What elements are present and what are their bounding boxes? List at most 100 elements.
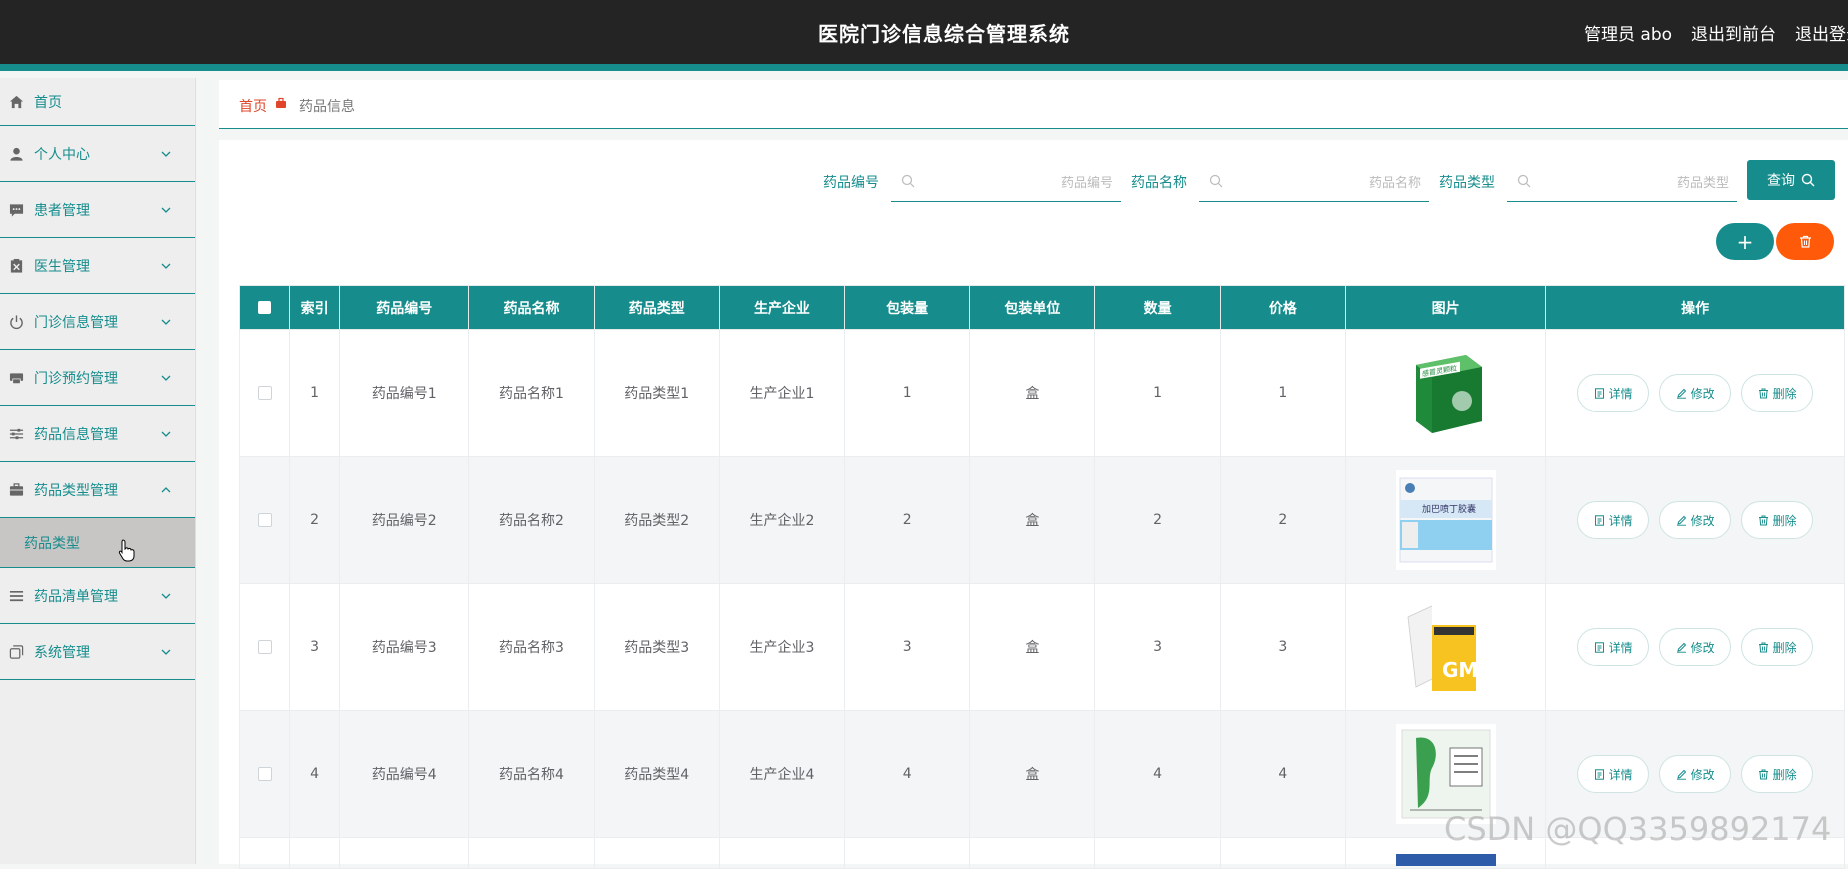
query-button-label: 查询: [1767, 173, 1795, 189]
home-icon: [9, 94, 24, 109]
search-code-input[interactable]: [925, 170, 1115, 196]
drug-table: 索引 药品编号 药品名称 药品类型 生产企业 包装量 包装单位 数量 价格 图片…: [238, 285, 1845, 869]
delete-button[interactable]: 删除: [1741, 374, 1814, 412]
sidebar-item-label: 医生管理: [34, 258, 90, 275]
delete-button[interactable]: 删除: [1741, 628, 1814, 666]
sidebar-subitem-drug-type[interactable]: 药品类型: [0, 518, 195, 568]
sidebar-item-home[interactable]: 首页: [0, 78, 195, 126]
sidebar-item-drug-info[interactable]: 药品信息管理: [0, 406, 195, 462]
row-checkbox[interactable]: [257, 386, 272, 400]
copy-icon: [9, 644, 24, 659]
plus-icon: +: [1736, 229, 1754, 254]
add-button[interactable]: +: [1716, 223, 1774, 260]
power-icon: [9, 314, 24, 329]
column-header: 价格: [1219, 285, 1346, 330]
search-icon: [901, 174, 915, 188]
search-type-input[interactable]: [1541, 170, 1731, 196]
row-checkbox[interactable]: [257, 640, 272, 654]
search-type-label: 药品类型: [1439, 175, 1495, 191]
sidebar: 首页 个人中心 患者管理 医生管理 门诊信息管理 门诊预约管理 药品信息管理 药…: [0, 78, 196, 864]
column-header: 索引: [289, 285, 341, 330]
sidebar-item-personal-center[interactable]: 个人中心: [0, 126, 195, 182]
column-header: 操作: [1545, 285, 1845, 330]
chevron-down-icon: [161, 593, 171, 599]
cell-index: 3: [289, 583, 341, 711]
printer-icon: [9, 370, 24, 385]
cell-code: 药品编号1: [339, 329, 470, 457]
delete-button-label: 删除: [1772, 767, 1797, 782]
clipboard-icon: [9, 258, 24, 273]
search-name-input[interactable]: [1233, 170, 1423, 196]
sidebar-item-patients[interactable]: 患者管理: [0, 182, 195, 238]
breadcrumb-home[interactable]: 首页: [239, 96, 267, 116]
exit-to-frontend-link[interactable]: 退出到前台: [1691, 20, 1776, 45]
search-type-field[interactable]: [1507, 162, 1737, 202]
delete-button-label: 删除: [1772, 513, 1797, 528]
cell-price: 1: [1219, 329, 1346, 457]
delete-button[interactable]: 删除: [1741, 755, 1814, 793]
detail-button[interactable]: 详情: [1577, 501, 1650, 539]
edit-button[interactable]: 修改: [1659, 755, 1732, 793]
sidebar-item-system[interactable]: 系统管理: [0, 624, 195, 680]
chevron-down-icon: [161, 263, 171, 269]
briefcase-icon: [9, 482, 24, 497]
medicine-packet-photo: [1395, 724, 1496, 824]
pencil-icon: [1676, 642, 1686, 653]
cell-pack: 1: [844, 329, 971, 457]
cell-index: 1: [289, 329, 341, 457]
table-row: 2 药品编号2 药品名称2 药品类型2 生产企业2 2 盒 2 2 加巴喷丁胶囊: [238, 456, 1845, 584]
mouse-pointer-icon: [118, 539, 135, 562]
chevron-down-icon: [161, 431, 171, 437]
medicine-box-photo: 感冒灵颗粒: [1395, 343, 1496, 443]
search-code-field[interactable]: [891, 162, 1121, 202]
sidebar-item-doctors[interactable]: 医生管理: [0, 238, 195, 294]
chevron-down-icon: [161, 375, 171, 381]
sidebar-item-label: 首页: [34, 94, 62, 111]
cell-name: 药品名称3: [468, 583, 595, 711]
logout-link[interactable]: 退出登录: [1795, 20, 1848, 45]
sidebar-item-drug-types[interactable]: 药品类型管理: [0, 462, 195, 518]
select-all-checkbox[interactable]: [258, 301, 272, 314]
detail-button[interactable]: 详情: [1577, 374, 1650, 412]
detail-button[interactable]: 详情: [1577, 755, 1650, 793]
cell-unit: 盒: [969, 710, 1096, 838]
sidebar-item-drug-list[interactable]: 药品清单管理: [0, 568, 195, 624]
cell-pack: 2: [844, 456, 971, 584]
sidebar-item-appointments[interactable]: 门诊预约管理: [0, 350, 195, 406]
edit-button[interactable]: 修改: [1659, 501, 1732, 539]
sidebar-item-label: 药品信息管理: [34, 426, 118, 443]
column-header: 生产企业: [718, 285, 846, 330]
row-checkbox[interactable]: [257, 767, 272, 781]
list-icon: [9, 588, 24, 603]
select-all-header[interactable]: [238, 285, 291, 330]
cell-type: 药品类型2: [593, 456, 720, 584]
row-checkbox[interactable]: [257, 513, 272, 527]
search-name-field[interactable]: [1199, 162, 1429, 202]
capsule-box-label: 加巴喷丁胶囊: [1422, 503, 1476, 515]
edit-button[interactable]: 修改: [1659, 628, 1732, 666]
sidebar-item-label: 患者管理: [34, 202, 90, 219]
cell-maker: 生产企业2: [718, 456, 846, 584]
cell-unit: 盒: [969, 456, 1096, 584]
user-icon: [9, 146, 24, 161]
cell-type: 药品类型3: [593, 583, 720, 711]
trash-icon: [1758, 515, 1768, 525]
cell-unit: 盒: [969, 329, 1096, 457]
edit-button[interactable]: 修改: [1659, 374, 1732, 412]
cell-index: 4: [289, 710, 341, 838]
chevron-up-icon: [161, 486, 171, 492]
detail-button[interactable]: 详情: [1577, 628, 1650, 666]
edit-button-label: 修改: [1690, 513, 1715, 528]
query-button[interactable]: 查询: [1747, 160, 1835, 200]
sidebar-item-outpatient-info[interactable]: 门诊信息管理: [0, 294, 195, 350]
chevron-down-icon: [161, 207, 171, 213]
edit-button-label: 修改: [1690, 640, 1715, 655]
chevron-down-icon: [161, 649, 171, 655]
delete-button[interactable]: 删除: [1741, 501, 1814, 539]
batch-delete-button[interactable]: [1776, 223, 1834, 260]
cell-qty: 1: [1094, 329, 1221, 457]
column-header: 药品类型: [593, 285, 720, 330]
trash-icon: [1799, 235, 1811, 248]
cell-pack: 4: [844, 710, 971, 838]
trash-icon: [1758, 642, 1768, 652]
